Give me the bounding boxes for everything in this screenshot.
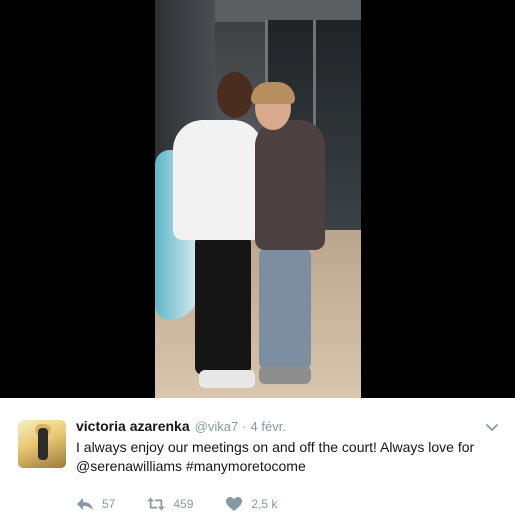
retweet-button[interactable]: 459: [147, 496, 193, 512]
retweet-count: 459: [173, 497, 194, 511]
like-count: 2,5 k: [251, 497, 278, 511]
photo-person1-jacket: [173, 120, 263, 240]
reply-count: 57: [102, 497, 116, 511]
tweet-text-line-1: I always enjoy our meetings on and off t…: [76, 439, 475, 455]
photo-person2-hair: [251, 82, 295, 104]
photo-person2-jeans: [259, 248, 311, 370]
separator-dot: ·: [242, 419, 247, 434]
tweet-text-line-2[interactable]: @serenawilliams #manymoretocome: [76, 457, 496, 476]
photo-person2-shoes: [259, 366, 311, 384]
tweet-header: victoria azarenka @vika7 · 4 févr.: [76, 418, 286, 438]
tweet-text: I always enjoy our meetings on and off t…: [76, 438, 496, 476]
photo-person1-head: [217, 72, 253, 118]
author-handle[interactable]: @vika7: [195, 419, 239, 434]
tweet-photo[interactable]: [155, 0, 361, 398]
timestamp[interactable]: 4 févr.: [251, 419, 286, 434]
tweet-actions: 57 459 2,5 k: [76, 494, 309, 514]
photo-person1-legs: [195, 235, 251, 375]
author-name[interactable]: victoria azarenka: [76, 418, 190, 434]
avatar[interactable]: [18, 420, 66, 468]
tweet[interactable]: victoria azarenka @vika7 · 4 févr. I alw…: [0, 398, 515, 528]
reply-icon: [77, 498, 93, 510]
reply-button[interactable]: 57: [76, 496, 115, 512]
like-button[interactable]: 2,5 k: [225, 496, 277, 512]
heart-icon: [226, 497, 243, 511]
chevron-down-icon[interactable]: [485, 420, 499, 434]
photo-person2-cardigan: [255, 120, 325, 250]
photo-person1-shoes: [199, 370, 255, 388]
avatar-figure: [38, 428, 48, 460]
retweet-icon: [147, 497, 166, 511]
tweet-media[interactable]: [0, 0, 515, 398]
